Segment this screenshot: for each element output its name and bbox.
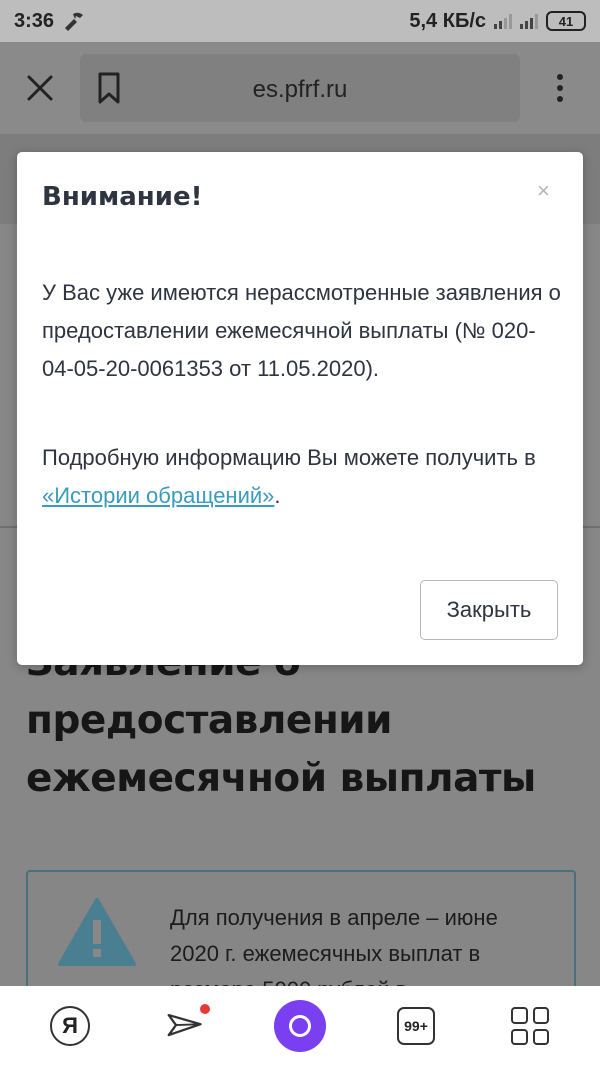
dialog-info-suffix: .	[274, 483, 281, 508]
status-time: 3:36	[14, 9, 55, 32]
close-tab-button[interactable]	[22, 70, 58, 106]
alert-dialog: Внимание! × У Вас уже имеются нерассмотр…	[17, 152, 583, 665]
notice-box: Для получения в апреле – июне 2020 г. еж…	[26, 870, 576, 1002]
notification-tool-icon	[65, 12, 84, 31]
dialog-message: У Вас уже имеются нерассмотренные заявле…	[42, 280, 561, 381]
address-bar[interactable]: es.pfrf.ru	[80, 54, 520, 122]
warning-icon	[58, 898, 136, 966]
bottom-navigation: Я 99+	[0, 986, 600, 1065]
history-link[interactable]: «Истории обращений»	[42, 483, 274, 508]
dialog-close-icon[interactable]: ×	[537, 178, 550, 204]
dialog-title: Внимание!	[42, 182, 203, 212]
alice-icon	[274, 1000, 326, 1052]
yandex-icon: Я	[50, 1006, 90, 1046]
tabs-button[interactable]: 99+	[396, 1006, 436, 1046]
overflow-menu-icon[interactable]	[548, 70, 572, 106]
signal-2-icon	[520, 13, 538, 29]
close-dialog-button[interactable]: Закрыть	[420, 580, 558, 640]
status-bar: 3:36 5,4 КБ/с 41	[0, 0, 600, 42]
network-speed: 5,4 КБ/с	[409, 9, 486, 32]
share-button[interactable]	[166, 1004, 210, 1046]
alice-button[interactable]	[274, 1000, 326, 1052]
apps-button[interactable]	[510, 1006, 550, 1046]
signal-1-icon	[494, 13, 512, 29]
tabs-count-icon: 99+	[397, 1007, 435, 1045]
close-icon	[27, 75, 53, 101]
dialog-info: Подробную информацию Вы можете получить …	[42, 439, 562, 515]
grid-icon	[511, 1007, 549, 1045]
yandex-button[interactable]: Я	[50, 1006, 90, 1046]
notification-dot	[200, 1004, 210, 1014]
battery-level: 41	[558, 13, 574, 29]
dialog-info-text: Подробную информацию Вы можете получить …	[42, 445, 536, 470]
url-text: es.pfrf.ru	[252, 76, 348, 103]
battery-icon: 41	[546, 11, 586, 31]
browser-toolbar: es.pfrf.ru	[0, 42, 600, 134]
